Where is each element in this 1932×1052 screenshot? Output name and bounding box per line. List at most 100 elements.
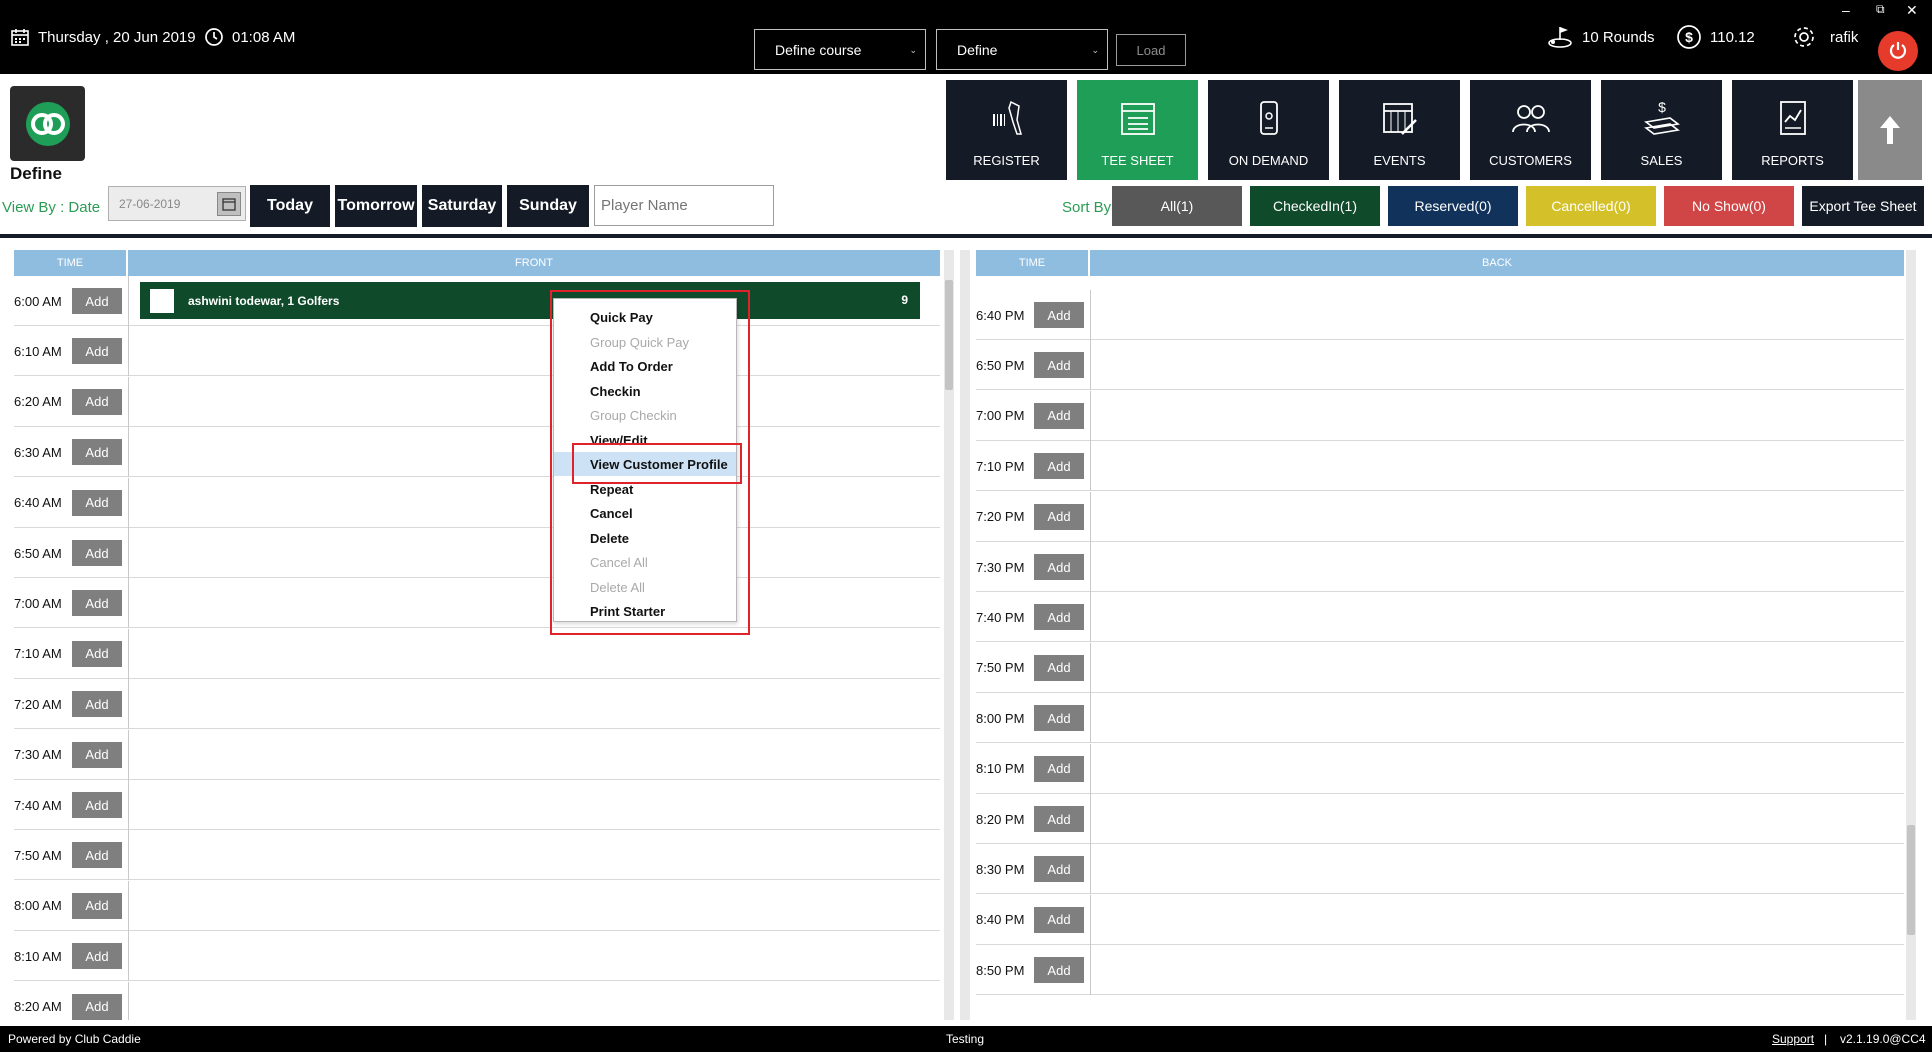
tee-slot[interactable] bbox=[128, 578, 940, 629]
tee-slot[interactable] bbox=[1090, 290, 1904, 340]
nav-reports[interactable]: REPORTS bbox=[1732, 80, 1853, 180]
tee-slot[interactable] bbox=[128, 376, 940, 427]
tee-slot[interactable] bbox=[1090, 894, 1904, 945]
filter-checkedin[interactable]: CheckedIn(1) bbox=[1250, 186, 1380, 226]
tee-slot[interactable] bbox=[1090, 693, 1904, 744]
tee-slot[interactable] bbox=[1090, 642, 1904, 693]
filter-all[interactable]: All(1) bbox=[1112, 186, 1242, 226]
restore-button[interactable]: ⧉ bbox=[1876, 2, 1885, 17]
add-booking-button[interactable]: Add bbox=[72, 943, 122, 970]
tee-slot[interactable] bbox=[128, 931, 940, 982]
add-booking-button[interactable]: Add bbox=[72, 489, 122, 516]
nav-label: SALES bbox=[1640, 153, 1683, 168]
power-button[interactable] bbox=[1878, 31, 1918, 71]
add-booking-button[interactable]: Add bbox=[72, 540, 122, 566]
tee-slot[interactable] bbox=[1090, 491, 1904, 542]
booking-row[interactable]: ashwini todewar, 1 Golfers 9 bbox=[140, 282, 920, 319]
add-booking-button[interactable]: Add bbox=[72, 792, 122, 818]
tee-slot[interactable] bbox=[128, 981, 940, 1020]
calendar-list-icon bbox=[1120, 103, 1155, 135]
add-booking-button[interactable]: Add bbox=[72, 892, 122, 919]
add-booking-button[interactable]: Add bbox=[1034, 302, 1084, 328]
filter-reserved[interactable]: Reserved(0) bbox=[1388, 186, 1518, 226]
tee-slot[interactable] bbox=[128, 880, 940, 931]
nav-label: CUSTOMERS bbox=[1489, 153, 1572, 168]
front-scroll-thumb[interactable] bbox=[945, 280, 953, 390]
tee-slot[interactable] bbox=[1090, 945, 1904, 996]
front-scrollbar[interactable] bbox=[944, 250, 954, 1020]
tee-slot[interactable] bbox=[1090, 441, 1904, 492]
tee-slot[interactable] bbox=[128, 780, 940, 830]
add-booking-button[interactable]: Add bbox=[72, 741, 122, 768]
nav-sales[interactable]: $ SALES bbox=[1601, 80, 1722, 180]
tee-slot[interactable] bbox=[1090, 340, 1904, 391]
add-booking-button[interactable]: Add bbox=[1034, 957, 1084, 984]
settings-button[interactable] bbox=[1790, 0, 1826, 74]
tee-slot[interactable] bbox=[128, 326, 940, 377]
tee-slot[interactable] bbox=[128, 477, 940, 528]
tee-time-label: 7:10 AM bbox=[14, 646, 62, 662]
scroll-up-button[interactable] bbox=[1858, 80, 1922, 180]
add-booking-button[interactable]: Add bbox=[72, 993, 122, 1020]
add-booking-button[interactable]: Add bbox=[1034, 453, 1084, 480]
back-scrollbar[interactable] bbox=[1906, 250, 1916, 1020]
panel-splitter[interactable] bbox=[960, 250, 970, 1020]
add-booking-button[interactable]: Add bbox=[72, 388, 122, 415]
nav-register[interactable]: REGISTER bbox=[946, 80, 1067, 180]
load-button[interactable]: Load bbox=[1116, 34, 1186, 66]
add-booking-button[interactable]: Add bbox=[1034, 856, 1084, 883]
add-booking-button[interactable]: Add bbox=[1034, 654, 1084, 681]
filter-no-show[interactable]: No Show(0) bbox=[1664, 186, 1794, 226]
filter-cancelled[interactable]: Cancelled(0) bbox=[1526, 186, 1656, 226]
tee-slot[interactable] bbox=[1090, 592, 1904, 643]
add-booking-button[interactable]: Add bbox=[1034, 705, 1084, 732]
tee-slot[interactable] bbox=[1090, 542, 1904, 592]
tee-slot[interactable] bbox=[128, 528, 940, 578]
add-booking-button[interactable]: Add bbox=[1034, 755, 1084, 782]
add-booking-button[interactable]: Add bbox=[1034, 352, 1084, 379]
date-picker[interactable]: 27-06-2019 bbox=[108, 186, 246, 221]
tomorrow-button[interactable]: Tomorrow bbox=[335, 185, 417, 227]
tee-slot[interactable] bbox=[1090, 794, 1904, 844]
back-scroll-thumb[interactable] bbox=[1907, 825, 1915, 935]
add-booking-button[interactable]: Add bbox=[72, 640, 122, 667]
nav-customers[interactable]: CUSTOMERS bbox=[1470, 80, 1591, 180]
today-button[interactable]: Today bbox=[250, 185, 330, 227]
export-tee-sheet-button[interactable]: Export Tee Sheet bbox=[1802, 186, 1924, 226]
add-booking-button[interactable]: Add bbox=[72, 338, 122, 365]
add-booking-button[interactable]: Add bbox=[1034, 906, 1084, 933]
add-booking-button[interactable]: Add bbox=[72, 590, 122, 617]
add-booking-button[interactable]: Add bbox=[72, 842, 122, 869]
nav-on-demand[interactable]: ON DEMAND bbox=[1208, 80, 1329, 180]
add-booking-button[interactable]: Add bbox=[72, 439, 122, 466]
tee-slot[interactable] bbox=[128, 427, 940, 478]
tee-slot[interactable] bbox=[128, 830, 940, 881]
define-select[interactable]: Define ⌄ bbox=[936, 29, 1108, 70]
tee-slot[interactable] bbox=[128, 679, 940, 730]
player-name-input[interactable] bbox=[594, 185, 774, 226]
add-booking-button[interactable]: Add bbox=[1034, 402, 1084, 429]
add-booking-button[interactable]: Add bbox=[1034, 806, 1084, 832]
nav-tee-sheet[interactable]: TEE SHEET bbox=[1077, 80, 1198, 180]
balance-display: $ 110.12 bbox=[1676, 0, 1755, 74]
tee-slot[interactable] bbox=[128, 729, 940, 780]
nav-events[interactable]: EVENTS bbox=[1339, 80, 1460, 180]
add-booking-button[interactable]: Add bbox=[72, 288, 122, 314]
close-button[interactable]: ✕ bbox=[1906, 2, 1918, 19]
support-link[interactable]: Support bbox=[1772, 1032, 1814, 1046]
booking-checkbox[interactable] bbox=[150, 288, 174, 313]
tee-slot[interactable] bbox=[1090, 743, 1904, 794]
tee-slot[interactable] bbox=[128, 628, 940, 679]
add-booking-button[interactable]: Add bbox=[1034, 554, 1084, 580]
tee-slot[interactable] bbox=[1090, 844, 1904, 895]
add-booking-button[interactable]: Add bbox=[1034, 604, 1084, 631]
add-booking-button[interactable]: Add bbox=[1034, 503, 1084, 530]
saturday-button[interactable]: Saturday bbox=[422, 185, 502, 227]
minimize-button[interactable]: – bbox=[1842, 2, 1850, 18]
tee-time-row: 8:20 AM Add bbox=[14, 981, 940, 1020]
calendar-icon[interactable] bbox=[217, 192, 241, 216]
tee-slot[interactable] bbox=[1090, 390, 1904, 441]
add-booking-button[interactable]: Add bbox=[72, 691, 122, 718]
sunday-button[interactable]: Sunday bbox=[507, 185, 589, 227]
course-select[interactable]: Define course ⌄ bbox=[754, 29, 926, 70]
